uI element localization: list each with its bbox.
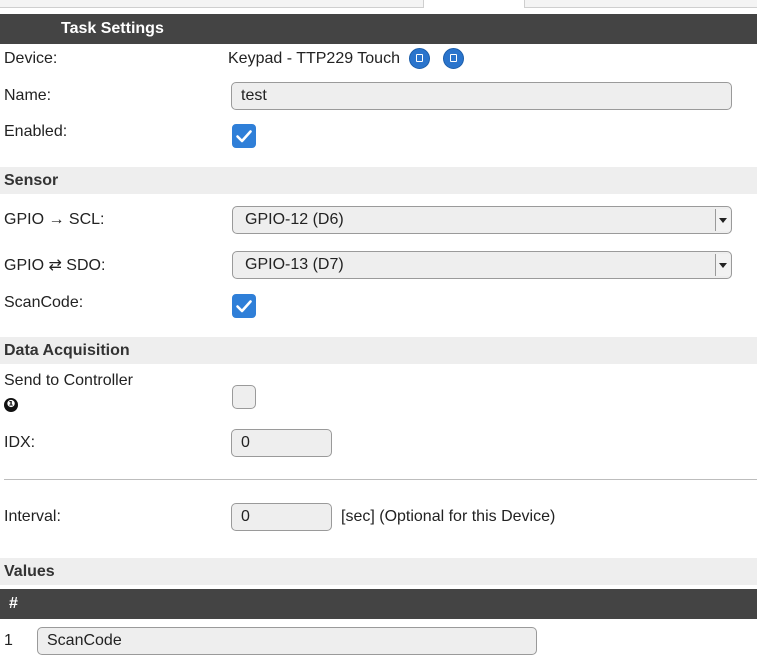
task-settings-header: Task Settings <box>0 14 757 44</box>
tab-left[interactable] <box>0 0 424 8</box>
enabled-checkbox[interactable] <box>232 124 256 148</box>
name-input[interactable]: test <box>231 82 732 110</box>
values-table-index-header: # <box>9 595 18 612</box>
values-table-header: # <box>0 589 757 619</box>
device-help-icon[interactable] <box>443 48 464 69</box>
sensor-section-title: Sensor <box>4 172 59 189</box>
send-to-controller-checkbox[interactable] <box>232 385 256 409</box>
data-acquisition-section-header: Data Acquisition <box>0 337 757 364</box>
interval-note: [sec] (Optional for this Device) <box>341 508 556 525</box>
enabled-label: Enabled: <box>4 123 68 140</box>
values-section-header: Values <box>0 558 757 585</box>
tab-strip <box>0 0 757 14</box>
task-settings-title: Task Settings <box>61 20 164 37</box>
row-index: 1 <box>4 632 13 649</box>
chevron-down-icon[interactable] <box>715 254 730 276</box>
idx-label: IDX: <box>4 434 36 451</box>
gpio-scl-select[interactable]: GPIO-12 (D6) <box>232 206 732 234</box>
table-row: 1 ScanCode <box>0 624 757 658</box>
gpio-sdo-label: GPIO ⇄ SDO: <box>4 257 106 274</box>
divider <box>4 479 757 480</box>
check-icon <box>236 300 252 313</box>
tab-right[interactable] <box>524 0 757 8</box>
gpio-scl-label: GPIO → SCL: <box>4 211 105 228</box>
numbered-circle-icon: ❶ <box>4 398 18 412</box>
gpio-scl-value: GPIO-12 (D6) <box>245 211 344 228</box>
values-section-title: Values <box>4 563 55 580</box>
device-info-icon[interactable] <box>409 48 430 69</box>
value-name-input[interactable]: ScanCode <box>37 627 537 655</box>
device-label: Device: <box>4 50 58 67</box>
idx-input[interactable]: 0 <box>231 429 332 457</box>
name-label: Name: <box>4 87 52 104</box>
check-icon <box>236 130 252 143</box>
gpio-sdo-select[interactable]: GPIO-13 (D7) <box>232 251 732 279</box>
interval-label: Interval: <box>4 508 61 525</box>
gpio-sdo-value: GPIO-13 (D7) <box>245 256 344 273</box>
send-to-controller-label: Send to Controller <box>4 372 133 389</box>
scancode-checkbox[interactable] <box>232 294 256 318</box>
scancode-label: ScanCode: <box>4 294 84 311</box>
device-value: Keypad - TTP229 Touch <box>228 50 400 67</box>
chevron-down-icon[interactable] <box>715 209 730 231</box>
interval-input[interactable]: 0 <box>231 503 332 531</box>
sensor-section-header: Sensor <box>0 167 757 194</box>
data-acquisition-section-title: Data Acquisition <box>4 342 130 359</box>
